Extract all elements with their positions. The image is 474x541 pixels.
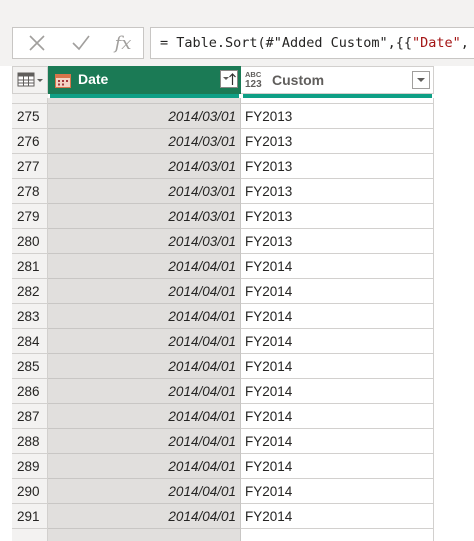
row-number: 291 — [12, 504, 48, 529]
cell-date[interactable]: 2014/04/01 — [48, 429, 241, 454]
row-number: 283 — [12, 304, 48, 329]
column-name-date: Date — [78, 71, 109, 87]
cell-date[interactable]: 2014/04/01 — [48, 329, 241, 354]
table-row: 282 2014/04/01 FY2014 — [12, 279, 434, 304]
cell-custom[interactable]: FY2014 — [241, 479, 434, 504]
cell-custom[interactable]: FY2013 — [241, 104, 434, 129]
cell-custom — [241, 529, 434, 541]
cell-date[interactable]: 2014/04/01 — [48, 454, 241, 479]
chevron-down-icon[interactable] — [412, 71, 430, 89]
table-row: 276 2014/03/01 FY2013 — [12, 129, 434, 154]
table-row: 289 2014/04/01 FY2014 — [12, 454, 434, 479]
table-row — [12, 529, 434, 541]
cell-custom[interactable]: FY2013 — [241, 154, 434, 179]
column-header-custom[interactable]: ABC 123 Custom — [241, 66, 434, 94]
formula-input[interactable]: = Table.Sort(#"Added Custom",{{"Date", C — [150, 27, 474, 59]
cell-custom[interactable]: FY2014 — [241, 329, 434, 354]
row-number — [12, 529, 48, 541]
formula-buttons: fx — [12, 27, 144, 59]
cell-date[interactable]: 2014/04/01 — [48, 504, 241, 529]
row-number: 286 — [12, 379, 48, 404]
table-row: 287 2014/04/01 FY2014 — [12, 404, 434, 429]
table-row: 280 2014/03/01 FY2013 — [12, 229, 434, 254]
cell-custom[interactable]: FY2013 — [241, 204, 434, 229]
table-icon — [17, 72, 43, 87]
row-number: 282 — [12, 279, 48, 304]
row-number: 281 — [12, 254, 48, 279]
calendar-icon[interactable] — [55, 73, 71, 93]
row-number: 287 — [12, 404, 48, 429]
data-grid: Date ABC 123 Custom 275 2014/03/01 FY201… — [12, 66, 434, 541]
row-number: 276 — [12, 129, 48, 154]
table-row: 286 2014/04/01 FY2014 — [12, 379, 434, 404]
table-row: 283 2014/04/01 FY2014 — [12, 304, 434, 329]
table-row: 277 2014/03/01 FY2013 — [12, 154, 434, 179]
row-number: 290 — [12, 479, 48, 504]
cell-date — [48, 529, 241, 541]
row-number: 284 — [12, 329, 48, 354]
row-number: 278 — [12, 179, 48, 204]
cell-date[interactable]: 2014/03/01 — [48, 154, 241, 179]
cell-date[interactable]: 2014/04/01 — [48, 404, 241, 429]
cell-date[interactable]: 2014/04/01 — [48, 354, 241, 379]
cell-custom[interactable]: FY2014 — [241, 354, 434, 379]
formula-string: "Date" — [411, 35, 461, 51]
table-row: 278 2014/03/01 FY2013 — [12, 179, 434, 204]
cell-custom[interactable]: FY2014 — [241, 504, 434, 529]
table-row: 288 2014/04/01 FY2014 — [12, 429, 434, 454]
table-row: 279 2014/03/01 FY2013 — [12, 204, 434, 229]
column-name-custom: Custom — [272, 72, 325, 88]
cell-custom[interactable]: FY2013 — [241, 129, 434, 154]
cell-custom[interactable]: FY2014 — [241, 304, 434, 329]
cell-custom[interactable]: FY2014 — [241, 279, 434, 304]
cell-date[interactable]: 2014/04/01 — [48, 279, 241, 304]
table-row: 275 2014/03/01 FY2013 — [12, 104, 434, 129]
row-number: 277 — [12, 154, 48, 179]
row-number: 279 — [12, 204, 48, 229]
cell-date[interactable]: 2014/04/01 — [48, 254, 241, 279]
fx-icon[interactable]: fx — [109, 31, 137, 55]
check-icon[interactable] — [67, 31, 95, 55]
cell-custom[interactable]: FY2013 — [241, 229, 434, 254]
row-number: 285 — [12, 354, 48, 379]
row-number: 280 — [12, 229, 48, 254]
cell-custom[interactable]: FY2014 — [241, 254, 434, 279]
cell-custom[interactable]: FY2014 — [241, 404, 434, 429]
cell-custom[interactable]: FY2014 — [241, 429, 434, 454]
cell-date[interactable]: 2014/03/01 — [48, 204, 241, 229]
table-row: 281 2014/04/01 FY2014 — [12, 254, 434, 279]
cell-custom[interactable]: FY2014 — [241, 454, 434, 479]
type-abc-label: ABC — [245, 70, 262, 79]
cell-custom[interactable]: FY2013 — [241, 179, 434, 204]
formula-bar: fx = Table.Sort(#"Added Custom",{{"Date"… — [0, 0, 474, 66]
table-row: 290 2014/04/01 FY2014 — [12, 479, 434, 504]
cell-custom[interactable]: FY2014 — [241, 379, 434, 404]
cell-date[interactable]: 2014/04/01 — [48, 479, 241, 504]
cell-date[interactable]: 2014/03/01 — [48, 229, 241, 254]
row-number: 275 — [12, 104, 48, 129]
table-row: 291 2014/04/01 FY2014 — [12, 504, 434, 529]
formula-prefix: = Table.Sort(#"Added Custom",{{ — [160, 35, 412, 51]
cell-date[interactable]: 2014/03/01 — [48, 104, 241, 129]
sort-ascending-icon[interactable] — [220, 70, 238, 88]
row-number: 288 — [12, 429, 48, 454]
fx-label: fx — [114, 32, 132, 54]
table-row: 285 2014/04/01 FY2014 — [12, 354, 434, 379]
cell-date[interactable]: 2014/03/01 — [48, 179, 241, 204]
column-header-row: Date ABC 123 Custom — [12, 66, 434, 94]
type-123-label: 123 — [245, 79, 262, 90]
formula-suffix: , C — [460, 35, 474, 51]
table-menu-button[interactable] — [12, 66, 48, 94]
table-row: 284 2014/04/01 FY2014 — [12, 329, 434, 354]
cell-date[interactable]: 2014/03/01 — [48, 129, 241, 154]
close-icon[interactable] — [23, 31, 51, 55]
row-number: 289 — [12, 454, 48, 479]
column-header-date[interactable]: Date — [48, 66, 241, 94]
cell-date[interactable]: 2014/04/01 — [48, 304, 241, 329]
cell-date[interactable]: 2014/04/01 — [48, 379, 241, 404]
